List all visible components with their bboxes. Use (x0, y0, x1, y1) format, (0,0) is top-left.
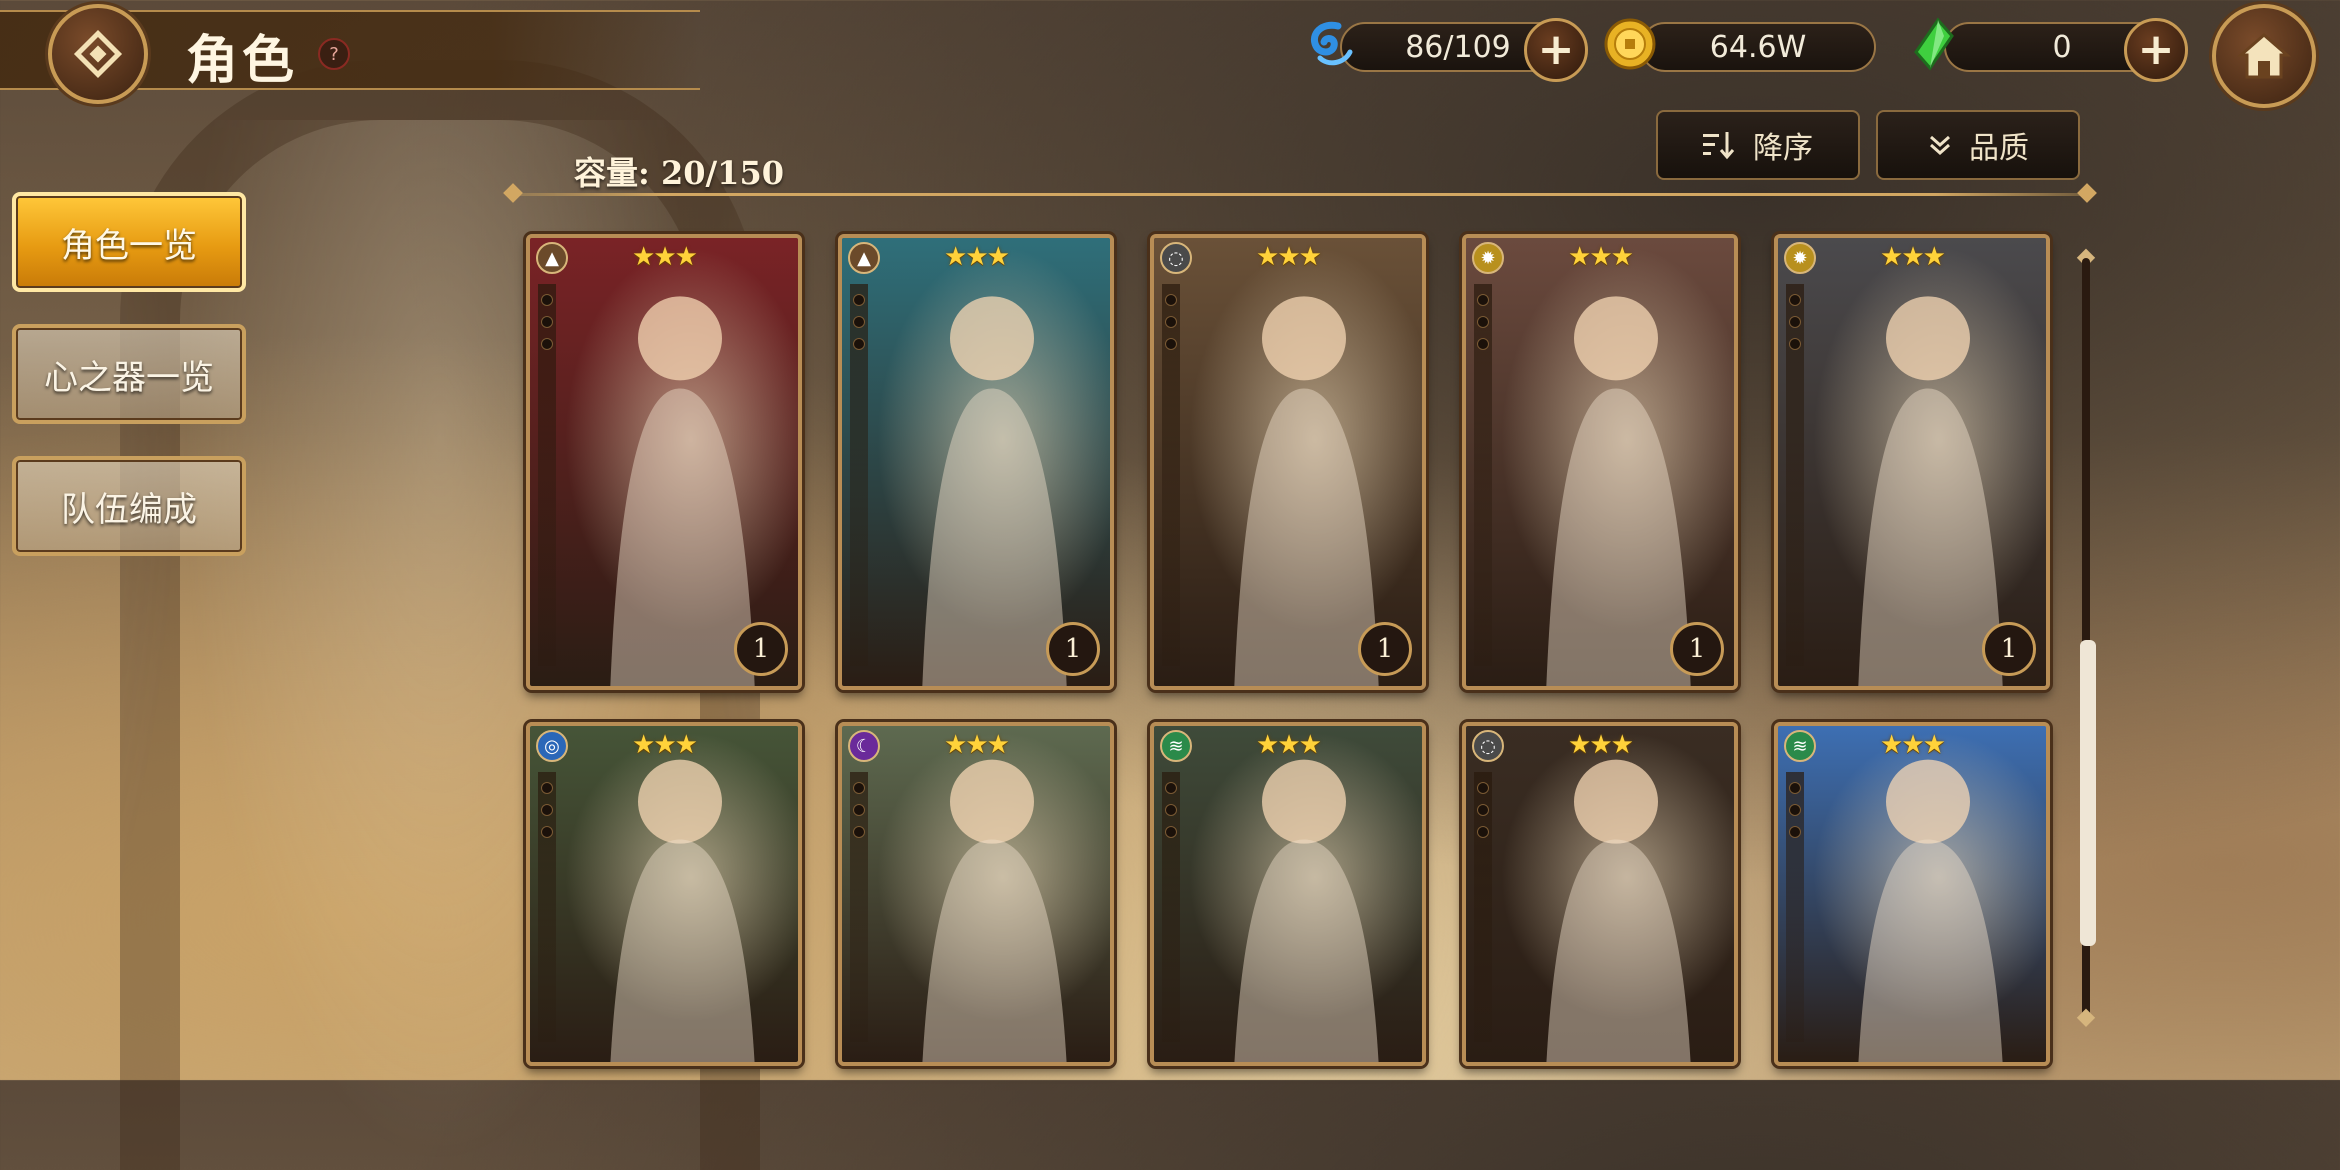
level-badge: 1 (1982, 622, 2036, 676)
star-rating: ★★★ (1568, 730, 1634, 760)
stamina-add-button[interactable]: + (1524, 18, 1588, 82)
character-card[interactable]: ◌ ★★★ 1 (1150, 234, 1426, 690)
back-diamond-icon (73, 29, 123, 79)
level-badge: 1 (1670, 622, 1724, 676)
card-side-ornament (1474, 772, 1492, 1042)
star-rating: ★★★ (944, 242, 1010, 272)
card-side-ornament (1162, 284, 1180, 666)
character-card[interactable]: ▲ ★★★ 1 (838, 234, 1114, 690)
character-silhouette (530, 726, 798, 1062)
star-rating: ★★★ (944, 730, 1010, 760)
chevron-double-down-icon (1930, 135, 1950, 156)
character-card[interactable]: ▲ ★★★ 1 (526, 234, 802, 690)
star-rating: ★★★ (632, 730, 698, 760)
level-badge: 1 (734, 622, 788, 676)
scrollbar-thumb[interactable] (2080, 640, 2096, 946)
star-rating: ★★★ (1880, 730, 1946, 760)
character-card[interactable]: ✹ ★★★ 1 (1462, 234, 1738, 690)
sort-order-button[interactable]: 降序 (1656, 110, 1860, 180)
character-card[interactable]: ◎ ★★★ (526, 722, 802, 1066)
gem-value: 0 (2052, 29, 2072, 65)
gold-value: 64.6W (1709, 29, 1807, 65)
capacity-label: 容量: 20/150 (574, 154, 784, 192)
level-badge: 1 (1358, 622, 1412, 676)
card-side-ornament (1162, 772, 1180, 1042)
character-card[interactable]: ◌ ★★★ (1462, 722, 1738, 1066)
page-title: 角色 (186, 31, 299, 91)
header-divider (506, 193, 2094, 196)
star-rating: ★★★ (1568, 242, 1634, 272)
star-rating: ★★★ (1880, 242, 1946, 272)
back-button[interactable] (48, 4, 148, 104)
card-side-ornament (538, 772, 556, 1042)
stamina-value: 86/109 (1405, 29, 1511, 65)
card-side-ornament (1474, 284, 1492, 666)
sidebar-item-team-formation[interactable]: 队伍编成 (12, 456, 246, 556)
sidebar-item-label: 心之器一览 (44, 357, 214, 398)
card-side-ornament (1786, 284, 1804, 666)
character-card[interactable]: ≋ ★★★ (1150, 722, 1426, 1066)
sort-order-label: 降序 (1753, 131, 1813, 166)
character-silhouette (842, 726, 1110, 1062)
character-silhouette (1466, 726, 1734, 1062)
card-side-ornament (1786, 772, 1804, 1042)
home-button[interactable] (2212, 4, 2316, 108)
character-card[interactable]: ✹ ★★★ 1 (1774, 234, 2050, 690)
character-card[interactable]: ☾ ★★★ (838, 722, 1114, 1066)
star-rating: ★★★ (1256, 242, 1322, 272)
sidebar-item-character-list[interactable]: 角色一览 (12, 192, 246, 292)
help-icon[interactable]: ? (318, 38, 350, 70)
card-side-ornament (850, 772, 868, 1042)
gem-add-button[interactable]: + (2124, 18, 2188, 82)
home-icon (2237, 33, 2291, 79)
character-card[interactable]: ≋ ★★★ (1774, 722, 2050, 1066)
character-silhouette (1778, 726, 2046, 1062)
sort-key-label: 品质 (1969, 131, 2029, 166)
card-side-ornament (538, 284, 556, 666)
green-crystal-icon (1914, 17, 1954, 71)
sidebar-item-label: 角色一览 (61, 225, 197, 266)
character-silhouette (1154, 726, 1422, 1062)
sidebar-item-heart-vessel-list[interactable]: 心之器一览 (12, 324, 246, 424)
scroll-bottom-cap: ◆ (2076, 1002, 2096, 1030)
stamina-swirl-icon (1311, 21, 1353, 66)
gold-coin-icon (1604, 18, 1656, 70)
sidebar-item-label: 队伍编成 (61, 489, 197, 530)
level-badge: 1 (1046, 622, 1100, 676)
sort-key-dropdown[interactable]: 品质 (1876, 110, 2080, 180)
star-rating: ★★★ (632, 242, 698, 272)
sort-descending-icon (1703, 132, 1735, 160)
card-side-ornament (850, 284, 868, 666)
star-rating: ★★★ (1256, 730, 1322, 760)
gold-counter: 64.6W (1640, 22, 1876, 72)
